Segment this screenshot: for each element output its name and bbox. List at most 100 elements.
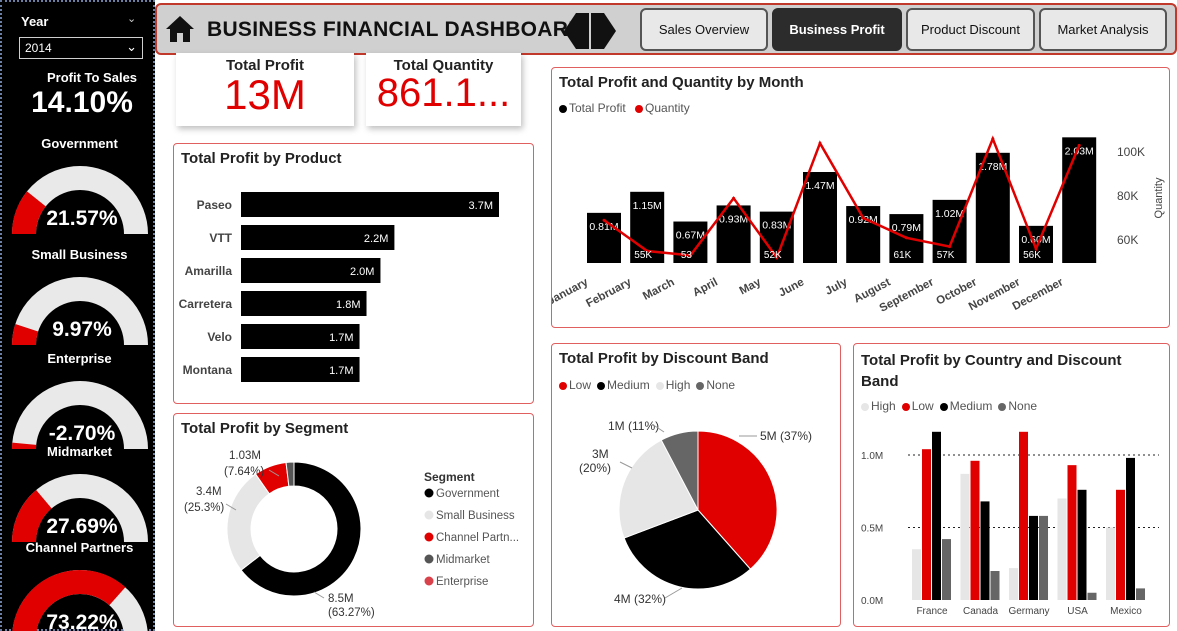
tab-business-profit[interactable]: Business Profit (772, 8, 902, 51)
nav-back-arrow-icon[interactable] (564, 13, 589, 49)
y2-axis-title: Quantity (1153, 177, 1165, 218)
month-axis-label: June (777, 276, 806, 299)
y2-tick-label: 80K (1117, 189, 1138, 203)
profit-by-product-card: Total Profit by Product Paseo 3.7M VTT 2.2M… (173, 143, 534, 404)
product-bar-value: 1.7M (329, 365, 353, 377)
gauge-title: Government (41, 136, 118, 151)
total-profit-card: Total Profit 13M (176, 53, 354, 126)
discount-slice-label: (20%) (579, 461, 611, 475)
gauge-channel-partners: Channel Partners 73.22% (2, 540, 157, 631)
product-bar-value: 1.7M (329, 332, 353, 344)
profit-by-country-card: Total Profit by Country and Discount Ban… (853, 343, 1170, 627)
segment-slice-label: 1.03M (229, 450, 261, 462)
segment-slice-label: 8.5M (328, 593, 354, 605)
gauge-value: 73.22% (46, 611, 118, 631)
segment-legend-title: Segment (424, 470, 475, 484)
filter-sidebar: Year ⌄ 2014 ⌄ Profit To Sales 14.10% Gov… (0, 0, 155, 631)
nav-forward-arrow-icon[interactable] (591, 13, 616, 49)
total-profit-value: 13M (224, 71, 306, 118)
product-category-label: Paseo (197, 198, 232, 212)
home-icon[interactable] (165, 14, 195, 44)
country-bar[interactable] (1116, 489, 1125, 600)
page-navigation (564, 13, 616, 49)
y-tick-label: 0.5M (861, 524, 883, 535)
quantity-value: 52K (764, 250, 782, 261)
quantity-point[interactable] (818, 141, 822, 145)
product-bar[interactable] (241, 192, 499, 217)
quantity-value: 56K (1023, 250, 1041, 261)
quantity-point[interactable] (948, 245, 952, 249)
month-axis-label: May (738, 276, 764, 297)
country-bar[interactable] (932, 431, 941, 600)
profit-by-segment-chart: 8.5M (63.27%) 3.4M (25.3%) 1.03M (7.64%) Segme… (184, 450, 519, 619)
tab-product-discount[interactable]: Product Discount (906, 8, 1035, 51)
country-axis-label: Germany (1008, 606, 1049, 617)
month-axis-label: February (584, 276, 634, 310)
country-bar[interactable] (980, 501, 990, 600)
quantity-value: 55K (634, 250, 652, 261)
gauge-enterprise: Enterprise -2.70% (2, 351, 157, 450)
segment-slice-label: (7.64%) (224, 466, 264, 478)
country-bar[interactable] (1039, 515, 1048, 600)
profit-by-product-chart: Paseo 3.7M VTT 2.2M Amarilla 2.0M Carretera 1.8… (179, 192, 499, 382)
country-bar[interactable] (1029, 515, 1038, 600)
country-bar[interactable] (1067, 465, 1077, 600)
quantity-value: 53 (681, 250, 693, 261)
quantity-value: 57K (937, 250, 955, 261)
legend-dot-icon (424, 510, 434, 520)
product-category-label: Carretera (179, 297, 233, 311)
month-profit-value: 0.67M (676, 230, 705, 242)
tab-market-analysis[interactable]: Market Analysis (1039, 8, 1167, 51)
quantity-point[interactable] (904, 236, 908, 240)
y-tick-label: 0.0M (861, 596, 883, 607)
country-bar[interactable] (922, 449, 931, 600)
product-bar-value: 2.2M (364, 233, 388, 245)
quantity-point[interactable] (861, 216, 865, 220)
quantity-point[interactable] (991, 137, 995, 141)
country-bar[interactable] (1077, 489, 1087, 600)
country-bar[interactable] (990, 571, 1000, 600)
gauge-value: 21.57% (46, 207, 118, 230)
legend-dot-icon (424, 532, 434, 542)
year-filter-label: Year (21, 14, 49, 29)
month-axis-label: July (823, 276, 849, 298)
quantity-point[interactable] (602, 218, 606, 222)
discount-slice-label: 5M (37%) (760, 429, 812, 443)
year-dropdown-value: 2014 (25, 41, 52, 55)
profit-by-discount-chart: 5M (37%) 4M (32%) 3M(20%) 1M (11%) (579, 419, 812, 606)
country-bar[interactable] (1087, 592, 1097, 600)
country-bar[interactable] (1126, 457, 1135, 600)
quantity-point[interactable] (1077, 143, 1081, 147)
country-bar[interactable] (912, 549, 921, 600)
country-axis-label: Mexico (1110, 606, 1142, 617)
country-bar[interactable] (960, 473, 970, 600)
year-dropdown[interactable]: 2014 ⌄ (19, 37, 143, 59)
profit-by-segment-card: Total Profit by Segment 8.5M (63.27%) 3.4M… (173, 413, 534, 627)
quantity-value: 61K (894, 250, 912, 261)
tab-sales-overview[interactable]: Sales Overview (640, 8, 768, 51)
country-bar[interactable] (1019, 431, 1028, 600)
month-axis-label: April (691, 276, 720, 299)
country-bar[interactable] (1009, 568, 1018, 600)
gauge-value: 27.69% (46, 515, 118, 538)
gauge-value: 9.97% (52, 318, 112, 341)
gauge-government: Government 21.57% (2, 136, 157, 235)
chevron-down-icon[interactable]: ⌄ (127, 12, 136, 25)
quantity-point[interactable] (732, 196, 736, 200)
country-bar[interactable] (1136, 588, 1145, 600)
segment-legend-item: Small Business (436, 510, 515, 522)
product-category-label: Montana (183, 363, 233, 377)
country-bar[interactable] (970, 460, 980, 600)
gauge-title: Small Business (31, 247, 128, 262)
month-profit-value: 1.15M (633, 200, 662, 212)
segment-slice[interactable] (226, 473, 271, 571)
gauge-title: Channel Partners (25, 540, 134, 555)
country-bar[interactable] (1106, 527, 1115, 601)
page-title: BUSINESS FINANCIAL DASHBOARD (207, 18, 584, 41)
country-bar[interactable] (1057, 498, 1067, 601)
country-bar[interactable] (942, 539, 951, 600)
discount-slice-label: 4M (32%) (614, 592, 666, 606)
gauge-small-business: Small Business 9.97% (2, 247, 157, 346)
country-axis-label: France (916, 606, 948, 617)
legend-dot-icon (424, 488, 434, 498)
